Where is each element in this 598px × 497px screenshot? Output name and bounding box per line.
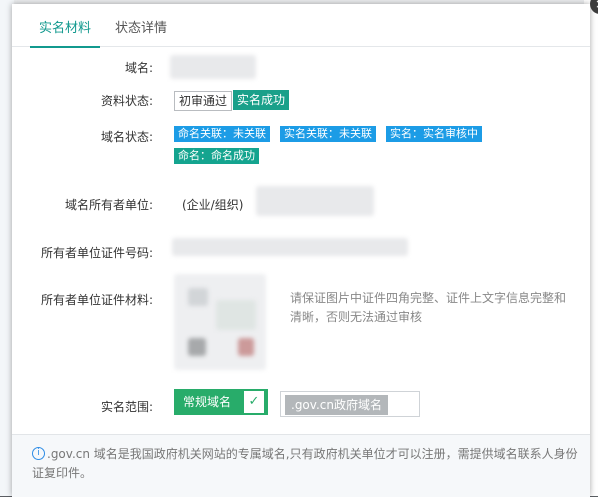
cert-upload-hint: 请保证图片中证件四角完整、证件上文字信息完整和清晰，否则无法通过审核: [290, 291, 567, 324]
scope-option-regular-label: 常规域名: [183, 395, 232, 409]
check-icon: ✓: [244, 391, 264, 413]
scope-option-gov-label: .gov.cn政府域名: [285, 395, 388, 415]
cert-image-detail-1: [188, 288, 208, 306]
domain-detail-modal: × 实名材料 状态详情 域名: 资料状态: 初审通过 实名成功 域名状态: 命名…: [12, 0, 598, 497]
owner-cert-number-label: 所有者单位证件号码:: [40, 246, 153, 260]
cert-image-detail-4: [238, 338, 254, 356]
tag-real-name-relation: 实名关联：未关联: [280, 126, 376, 142]
tag-naming-relation: 命名关联：未关联: [174, 126, 270, 142]
owner-cert-material-label: 所有者单位证件材料:: [40, 293, 153, 307]
cert-image-detail-2: [216, 300, 256, 330]
footer-note-bar: i .gov.cn 域名是我国政府机关网站的专属域名,只有政府机关单位才可以注册…: [12, 434, 590, 497]
tab-bar: 实名材料 状态详情: [12, 4, 590, 48]
owner-unit-label: 域名所有者单位:: [64, 198, 153, 212]
material-status-label: 资料状态:: [100, 94, 153, 108]
owner-unit-name-redacted: [256, 186, 374, 216]
domain-value-redacted: [170, 55, 256, 79]
status-initial-review-badge: 初审通过: [174, 91, 233, 111]
tab-real-name-material[interactable]: 实名材料: [30, 17, 100, 48]
tag-naming-status: 命名：命名成功: [174, 148, 259, 164]
scope-label: 实名范围:: [100, 400, 153, 414]
owner-cert-number-redacted: [172, 238, 408, 256]
footer-note-text: .gov.cn 域名是我国政府机关网站的专属域名,只有政府机关单位才可以注册，需…: [32, 447, 578, 480]
domain-status-label: 域名状态:: [100, 130, 153, 144]
tag-real-name-status: 实名：实名审核中: [386, 126, 482, 142]
cert-image-detail-3: [188, 338, 206, 356]
scope-option-gov[interactable]: .gov.cn政府域名: [280, 391, 420, 417]
status-success-badge: 实名成功: [233, 90, 290, 110]
domain-label: 域名:: [124, 61, 153, 75]
owner-unit-type: (企业/组织): [182, 198, 244, 212]
tab-status-detail[interactable]: 状态详情: [115, 17, 167, 46]
